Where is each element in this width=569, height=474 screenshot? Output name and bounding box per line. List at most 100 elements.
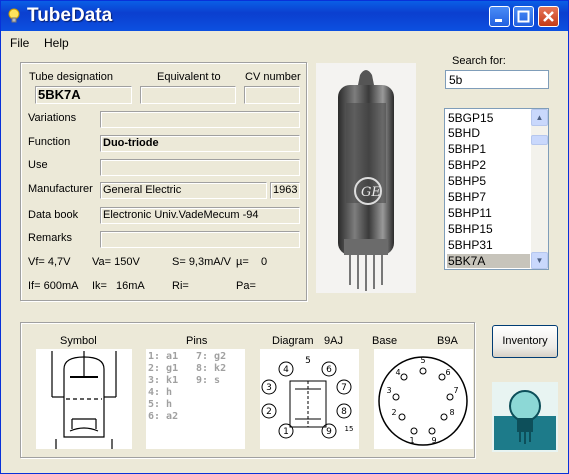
svg-text:6: 6	[326, 365, 332, 375]
close-button[interactable]	[538, 6, 559, 27]
label-manufacturer: Manufacturer	[28, 183, 93, 195]
menu-help[interactable]: Help	[44, 36, 69, 50]
svg-text:8: 8	[449, 408, 454, 417]
svg-text:9: 9	[326, 427, 332, 437]
pin-entry: 4: h	[148, 387, 173, 398]
list-item[interactable]: 5BHP1	[447, 142, 530, 156]
svg-text:3: 3	[386, 386, 391, 395]
param-mu-value: 0	[261, 256, 268, 268]
label-function: Function	[28, 136, 71, 148]
pin-diagram: 4 6 3 7 2 8 1 9 5 15	[260, 349, 359, 449]
svg-text:6: 6	[445, 368, 450, 377]
svg-text:1: 1	[409, 436, 414, 445]
label-tube-designation: Tube designation	[29, 71, 113, 83]
pin-entry: 7: g2	[196, 351, 227, 362]
symbol-label: Symbol	[60, 335, 97, 347]
svg-text:GE: GE	[361, 185, 381, 200]
scroll-up-button[interactable]: ▲	[531, 109, 548, 126]
label-cv-number: CV number	[245, 71, 301, 83]
remarks-field[interactable]	[100, 231, 300, 248]
function-field[interactable]: Duo-triode	[100, 135, 300, 152]
base-diagram: 5 4 6 3 7 2 8 1 9	[374, 349, 473, 449]
window-title: TubeData	[27, 5, 113, 26]
cv-number-field[interactable]	[244, 86, 300, 104]
svg-text:8: 8	[341, 407, 347, 417]
chevron-up-icon: ▲	[535, 113, 544, 122]
param-va: Va= 150V	[92, 256, 140, 268]
svg-text:2: 2	[266, 407, 272, 417]
base-label: Base	[372, 335, 398, 347]
svg-text:2: 2	[391, 408, 396, 417]
svg-text:5: 5	[305, 356, 311, 366]
equivalent-to-field[interactable]	[140, 86, 236, 104]
minimize-icon	[495, 19, 502, 22]
label-variations: Variations	[28, 112, 77, 124]
tube-designation-field[interactable]: 5BK7A	[35, 86, 132, 104]
scroll-thumb[interactable]	[531, 135, 548, 145]
diagram-label: Diagram	[272, 335, 314, 347]
svg-text:1: 1	[283, 427, 289, 437]
param-ik: Ik=	[92, 280, 107, 292]
list-item-selected[interactable]: 5BK7A	[447, 254, 530, 268]
pins-left-column: 1: a1 2: g1 3: k1 4: h 5: h 6: a2	[148, 351, 178, 423]
label-data-book: Data book	[28, 209, 79, 221]
tube-logo	[492, 382, 558, 452]
manufacturer-field[interactable]: General Electric	[100, 182, 267, 199]
list-item[interactable]: 5BHP7	[447, 190, 530, 204]
pins-label: Pins	[186, 335, 208, 347]
svg-text:3: 3	[266, 383, 272, 393]
close-icon	[543, 11, 554, 22]
svg-text:4: 4	[395, 368, 400, 377]
list-item[interactable]: 5BGP15	[447, 111, 530, 125]
chevron-down-icon: ▼	[535, 256, 544, 265]
pins-box: 1: a1 2: g1 3: k1 4: h 5: h 6: a2 7: g2 …	[146, 349, 245, 449]
minimize-button[interactable]	[489, 6, 510, 27]
param-s: S= 9,3mA/V	[172, 256, 232, 268]
search-input[interactable]	[445, 70, 549, 89]
pin-entry: 2: g1	[148, 363, 179, 374]
data-book-field[interactable]: Electronic Univ.VadeMecum -94	[100, 207, 300, 224]
label-remarks: Remarks	[28, 232, 73, 244]
tube-symbol	[36, 349, 132, 449]
year-field[interactable]: 1963	[270, 182, 300, 199]
use-field[interactable]	[100, 159, 300, 176]
pin-entry: 5: h	[148, 399, 173, 410]
variations-field[interactable]	[100, 111, 300, 128]
tube-photo: GE	[316, 63, 416, 293]
param-mu: µ=	[236, 256, 249, 268]
list-item[interactable]: 5BHP31	[447, 238, 530, 252]
list-scrollbar[interactable]: ▲ ▼	[531, 109, 548, 269]
list-item[interactable]: 5BHP15	[447, 222, 530, 236]
label-use: Use	[28, 159, 48, 171]
lightbulb-icon	[8, 8, 20, 23]
label-equivalent-to: Equivalent to	[157, 71, 221, 83]
maximize-button[interactable]	[513, 6, 534, 27]
pin-entry: 6: a2	[148, 411, 179, 422]
param-ik-value: 16mA	[116, 280, 145, 292]
tube-list[interactable]: 5BGP15 5BHD 5BHP1 5BHP2 5BHP5 5BHP7 5BHP…	[444, 108, 549, 270]
svg-text:15: 15	[345, 425, 354, 433]
list-item[interactable]: 5BHP2	[447, 158, 530, 172]
app-window: TubeData File Help Tube designation Equi…	[0, 0, 569, 474]
svg-text:7: 7	[453, 386, 458, 395]
pins-right-column: 7: g2 8: k2 9: s	[196, 351, 226, 387]
pin-entry: 1: a1	[148, 351, 179, 362]
svg-text:7: 7	[341, 383, 347, 393]
param-pa: Pa=	[236, 280, 256, 292]
pin-entry: 8: k2	[196, 363, 227, 374]
param-if: If= 600mA	[28, 280, 79, 292]
svg-text:4: 4	[283, 365, 289, 375]
menu-file[interactable]: File	[10, 36, 29, 50]
search-label: Search for:	[452, 55, 506, 67]
pin-entry: 9: s	[196, 375, 221, 386]
diagram-code: 9AJ	[324, 335, 343, 347]
list-item[interactable]: 5BHP5	[447, 174, 530, 188]
param-vf: Vf= 4,7V	[28, 256, 71, 268]
list-item[interactable]: 5BHP11	[447, 206, 530, 220]
base-code: B9A	[437, 335, 458, 347]
list-item[interactable]: 5BHD	[447, 126, 530, 140]
svg-text:9: 9	[431, 436, 436, 445]
pin-entry: 3: k1	[148, 375, 179, 386]
scroll-down-button[interactable]: ▼	[531, 252, 548, 269]
inventory-button[interactable]: Inventory	[492, 325, 558, 358]
